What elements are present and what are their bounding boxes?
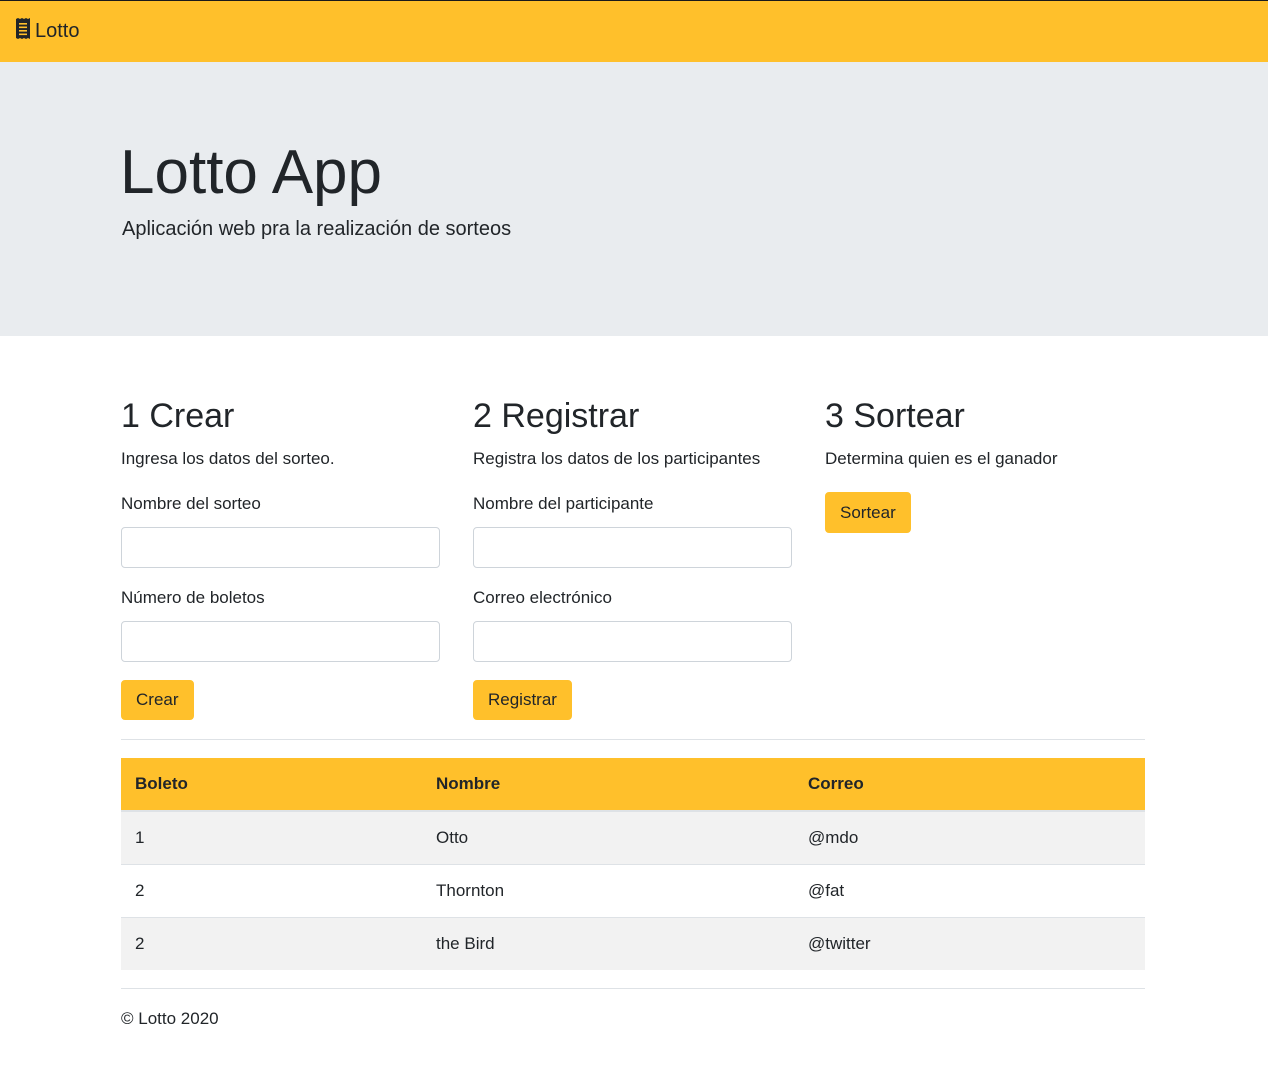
participant-name-label: Nombre del participante [473,494,654,513]
tickets-count-input[interactable] [121,621,440,662]
email-label: Correo electrónico [473,588,612,607]
table-row: 2 the Bird @twitter [121,916,1145,970]
draw-heading: 3 Sortear [825,397,965,435]
tickets-count-label: Número de boletos [121,588,265,607]
email-input[interactable] [473,621,792,662]
footer-copyright: © Lotto 2020 [121,1009,219,1028]
raffle-name-label: Nombre del sorteo [121,494,261,513]
footer-divider [121,988,1145,989]
table-row: 1 Otto @mdo [121,811,1145,864]
cell-email: @twitter [794,916,1145,970]
register-description: Registra los datos de los participantes [473,448,761,468]
create-column: 1 Crear Ingresa los datos del sorteo. [121,396,441,469]
navbar-brand[interactable]: Lotto [15,18,79,45]
divider [121,739,1145,740]
draw-description: Determina quien es el ganador [825,448,1058,468]
create-heading: 1 Crear [121,397,235,435]
draw-column: 3 Sortear Determina quien es el ganador [825,396,1145,469]
cell-name: the Bird [422,916,794,970]
cell-ticket: 2 [121,916,422,970]
table-header-row: Boleto Nombre Correo [121,758,1145,812]
cell-name: Otto [422,811,794,864]
navbar: Lotto [0,0,1268,62]
column-header-ticket: Boleto [121,758,422,812]
hero-lead: Aplicación web pra la realización de sor… [122,218,512,240]
draw-button[interactable]: Sortear [825,492,911,533]
hero-section: Lotto App Aplicación web pra la realizac… [0,62,1268,336]
register-heading: 2 Registrar [473,397,640,435]
page-title: Lotto App [120,138,383,207]
register-column: 2 Registrar Registra los datos de los pa… [473,396,793,469]
column-header-email: Correo [794,758,1145,812]
cell-email: @mdo [794,811,1145,864]
cell-email: @fat [794,863,1145,917]
column-header-name: Nombre [422,758,794,812]
receipt-icon [15,18,35,45]
cell-name: Thornton [422,863,794,917]
participant-name-input[interactable] [473,527,792,568]
cell-ticket: 2 [121,863,422,917]
register-button[interactable]: Registrar [473,680,572,720]
create-description: Ingresa los datos del sorteo. [121,448,335,468]
table-row: 2 Thornton @fat [121,863,1145,917]
cell-ticket: 1 [121,811,422,864]
navbar-brand-label: Lotto [35,20,80,42]
participants-table: Boleto Nombre Correo 1 Otto @mdo 2 Thorn… [121,758,1145,970]
raffle-name-input[interactable] [121,527,440,568]
create-button[interactable]: Crear [121,680,194,720]
